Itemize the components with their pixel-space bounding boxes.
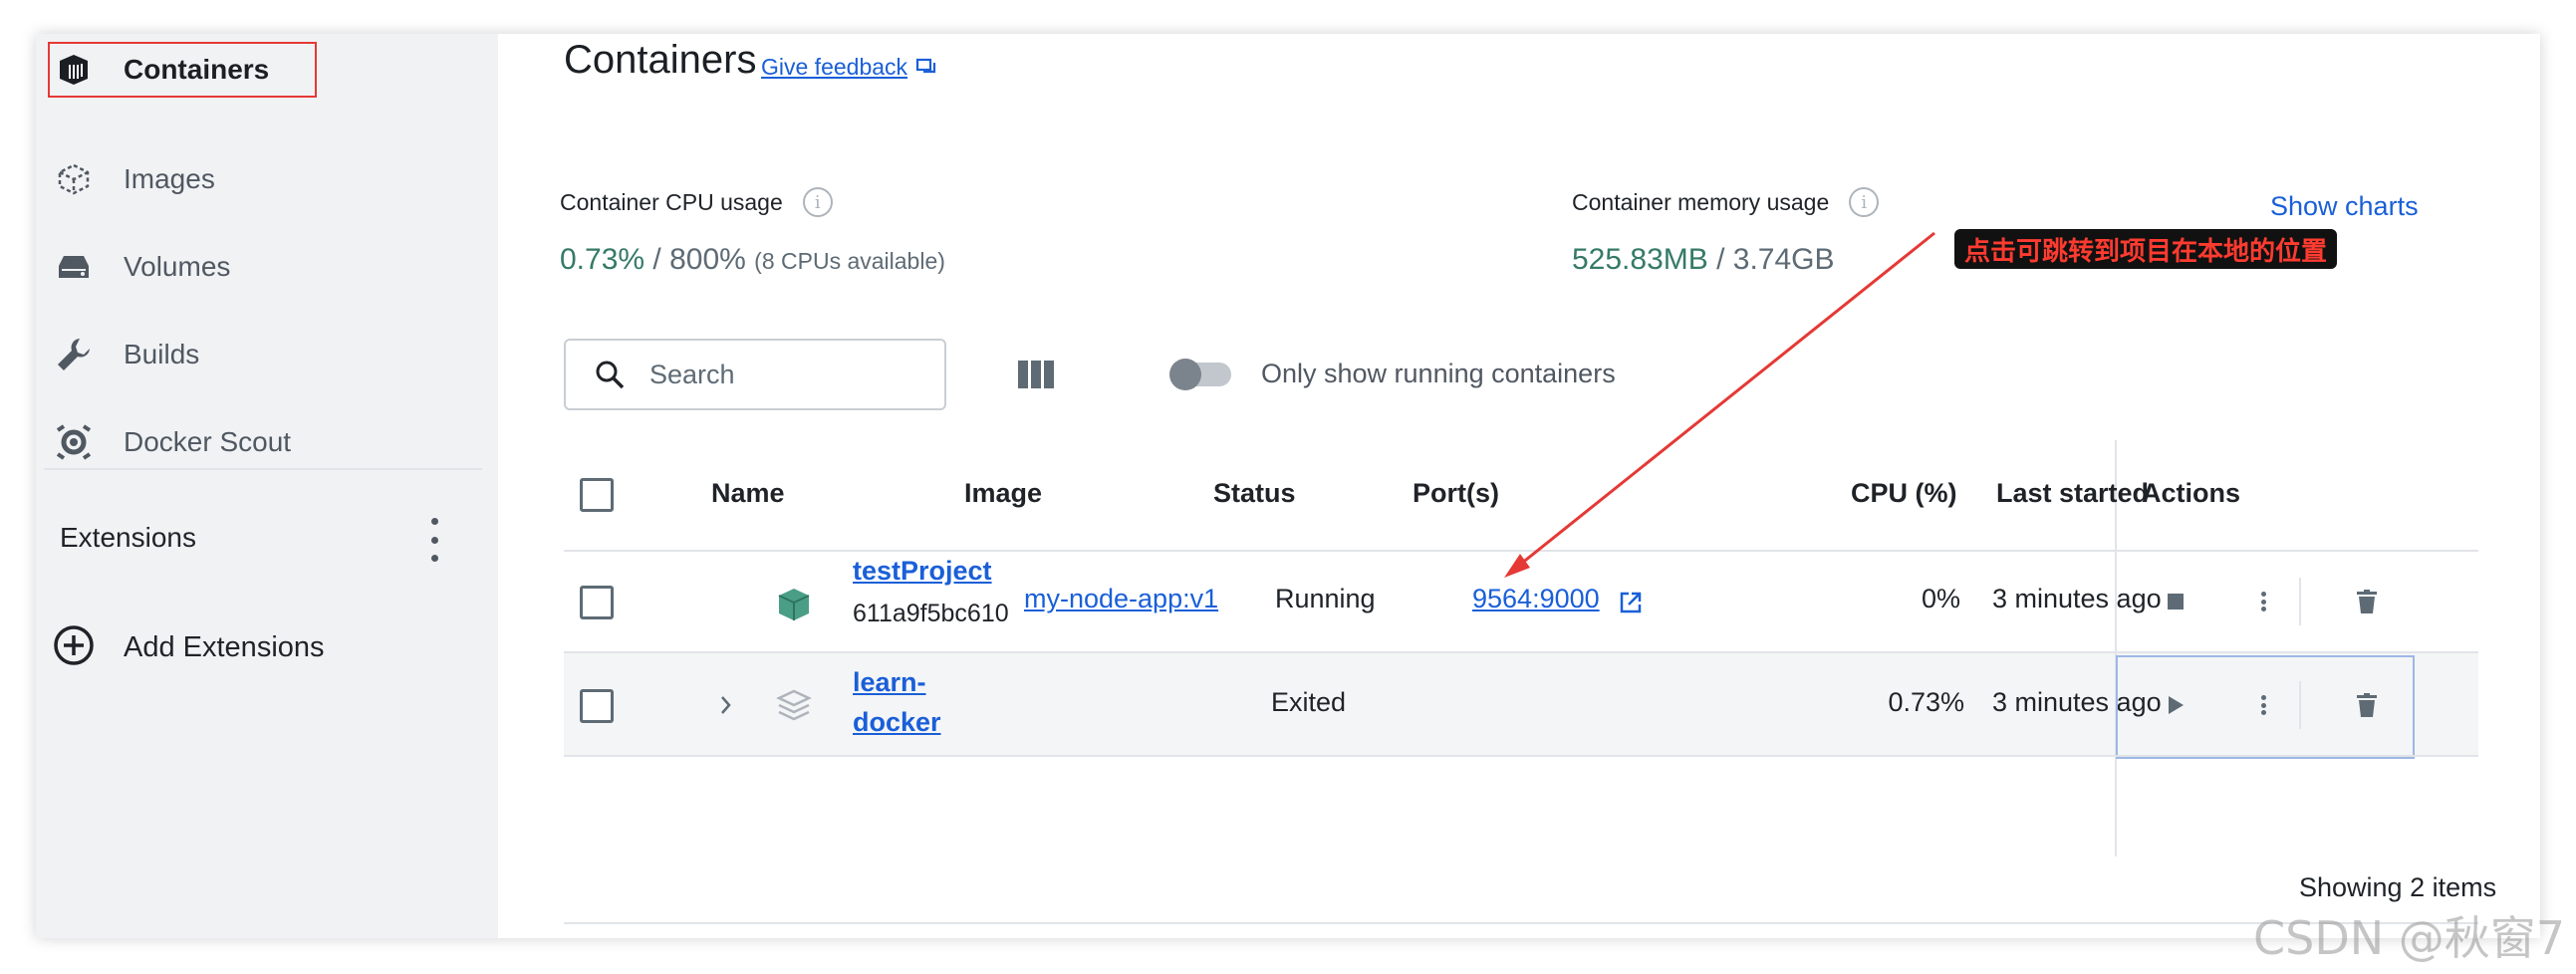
sidebar-divider: [44, 468, 482, 470]
sidebar-item-volumes[interactable]: Volumes: [36, 231, 498, 303]
col-header-name[interactable]: Name: [711, 478, 785, 509]
cpu-usage-value: 0.73% / 800% (8 CPUs available): [560, 243, 945, 277]
columns-button[interactable]: [1016, 355, 1056, 394]
cpu-value: 0%: [1921, 584, 1960, 613]
main-content: Containers Give feedback Container CPU u…: [498, 34, 2540, 938]
sidebar-item-label: Volumes: [124, 251, 231, 282]
stack-name-link-line1[interactable]: learn-: [853, 667, 926, 698]
status-text: Running: [1275, 584, 1376, 613]
page-title: Containers: [564, 38, 757, 82]
wrench-icon: [54, 335, 94, 374]
sidebar-item-label: Docker Scout: [124, 426, 292, 457]
chevron-right-icon[interactable]: [717, 691, 735, 724]
memory-used: 525.83MB: [1572, 243, 1708, 276]
delete-button[interactable]: [2347, 582, 2387, 621]
annotation-label: 点击可跳转到项目在本地的位置: [1954, 229, 2338, 269]
give-feedback-link[interactable]: Give feedback: [761, 54, 937, 81]
container-id: 611a9f5bc610: [853, 600, 1009, 627]
col-header-actions: Actions: [2142, 478, 2241, 508]
select-all-checkbox[interactable]: [580, 478, 614, 512]
sidebar-item-images[interactable]: Images: [36, 143, 498, 215]
header-divider: [564, 550, 2478, 552]
row-menu-button[interactable]: [2243, 582, 2283, 621]
memory-sep: /: [1707, 243, 1733, 276]
port-link[interactable]: 9564:9000: [1472, 584, 1600, 613]
external-link-icon[interactable]: [1618, 590, 1644, 620]
sidebar-item-label: Images: [124, 163, 215, 194]
sidebar: Containers Images Volumes Builds Docker: [36, 34, 498, 938]
sidebar-item-containers[interactable]: Containers: [36, 34, 498, 106]
play-icon: [2169, 696, 2184, 714]
image-link[interactable]: my-node-app:v1: [1024, 584, 1218, 614]
row-divider: [564, 755, 2478, 757]
memory-usage-value: 525.83MB / 3.74GB: [1572, 243, 1835, 277]
col-header-status[interactable]: Status: [1213, 478, 1296, 509]
more-vertical-icon: [2260, 592, 2266, 611]
search-icon: [596, 361, 625, 389]
feedback-icon: [915, 58, 936, 73]
container-icon: [54, 50, 94, 90]
action-separator: [2299, 578, 2301, 625]
col-header-cpu[interactable]: CPU (%): [1851, 478, 1957, 509]
add-circle-icon: [52, 623, 96, 672]
memory-usage-label-text: Container memory usage: [1572, 188, 1830, 215]
items-count: Showing 2 items: [2299, 872, 2497, 902]
sidebar-item-label: Builds: [124, 339, 200, 369]
give-feedback-label: Give feedback: [761, 54, 908, 80]
compose-stack-icon: [775, 687, 813, 730]
row-checkbox[interactable]: [580, 586, 614, 619]
sidebar-item-builds[interactable]: Builds: [36, 319, 498, 390]
col-header-image[interactable]: Image: [964, 478, 1042, 509]
watermark: CSDN @秋窗7: [2253, 911, 2566, 965]
cpu-value: 0.73%: [1888, 687, 1964, 717]
app-window: Containers Images Volumes Builds Docker: [36, 34, 2540, 938]
info-icon[interactable]: i: [802, 187, 833, 217]
running-only-toggle[interactable]: [1169, 359, 1231, 390]
columns-icon: [1018, 361, 1054, 388]
port-link-wrapper: 9564:9000: [1472, 584, 1600, 614]
cpu-usage-label-text: Container CPU usage: [560, 188, 783, 215]
add-extensions-button[interactable]: Add Extensions: [52, 623, 325, 671]
row-divider: [564, 651, 2478, 653]
info-icon[interactable]: i: [1849, 187, 1880, 217]
more-vertical-icon: [2260, 695, 2266, 715]
running-only-label: Only show running containers: [1261, 359, 1616, 388]
memory-total: 3.74GB: [1732, 243, 1835, 276]
extensions-label: Extensions: [60, 522, 196, 553]
stop-icon: [2168, 594, 2184, 609]
action-separator: [2299, 681, 2301, 729]
container-name-link[interactable]: testProject: [853, 556, 992, 587]
status-text: Exited: [1271, 687, 1347, 717]
cpu-note: (8 CPUs available): [754, 248, 945, 274]
row-menu-button[interactable]: [2243, 685, 2283, 725]
extensions-menu-button[interactable]: [419, 518, 449, 562]
stop-button[interactable]: [2156, 582, 2195, 621]
volume-icon: [54, 247, 94, 287]
cpu-used: 0.73%: [560, 243, 645, 276]
last-started: 3 minutes ago: [1992, 584, 2162, 613]
col-header-last-started[interactable]: Last started: [1996, 478, 2149, 509]
toggle-knob: [1169, 359, 1201, 390]
add-extensions-label: Add Extensions: [124, 630, 325, 663]
trash-icon: [2357, 590, 2377, 613]
show-charts-button[interactable]: Show charts: [2270, 191, 2419, 222]
start-button[interactable]: [2156, 685, 2195, 725]
bottom-divider: [564, 922, 2478, 924]
memory-usage-label: Container memory usage i: [1572, 187, 1880, 217]
scout-icon: [54, 422, 94, 462]
container-running-icon: [775, 586, 813, 628]
stack-name-link-line2[interactable]: docker: [853, 707, 941, 738]
sidebar-item-label: Containers: [124, 54, 270, 85]
cpu-sep: /: [644, 243, 670, 276]
search-box[interactable]: [564, 339, 946, 410]
trash-icon: [2357, 693, 2377, 717]
row-checkbox[interactable]: [580, 689, 614, 723]
cpu-usage-label: Container CPU usage i: [560, 187, 833, 217]
col-header-ports[interactable]: Port(s): [1413, 478, 1499, 509]
delete-button[interactable]: [2347, 685, 2387, 725]
search-input[interactable]: [647, 358, 930, 391]
image-icon: [54, 159, 94, 199]
cpu-total: 800%: [669, 243, 746, 276]
